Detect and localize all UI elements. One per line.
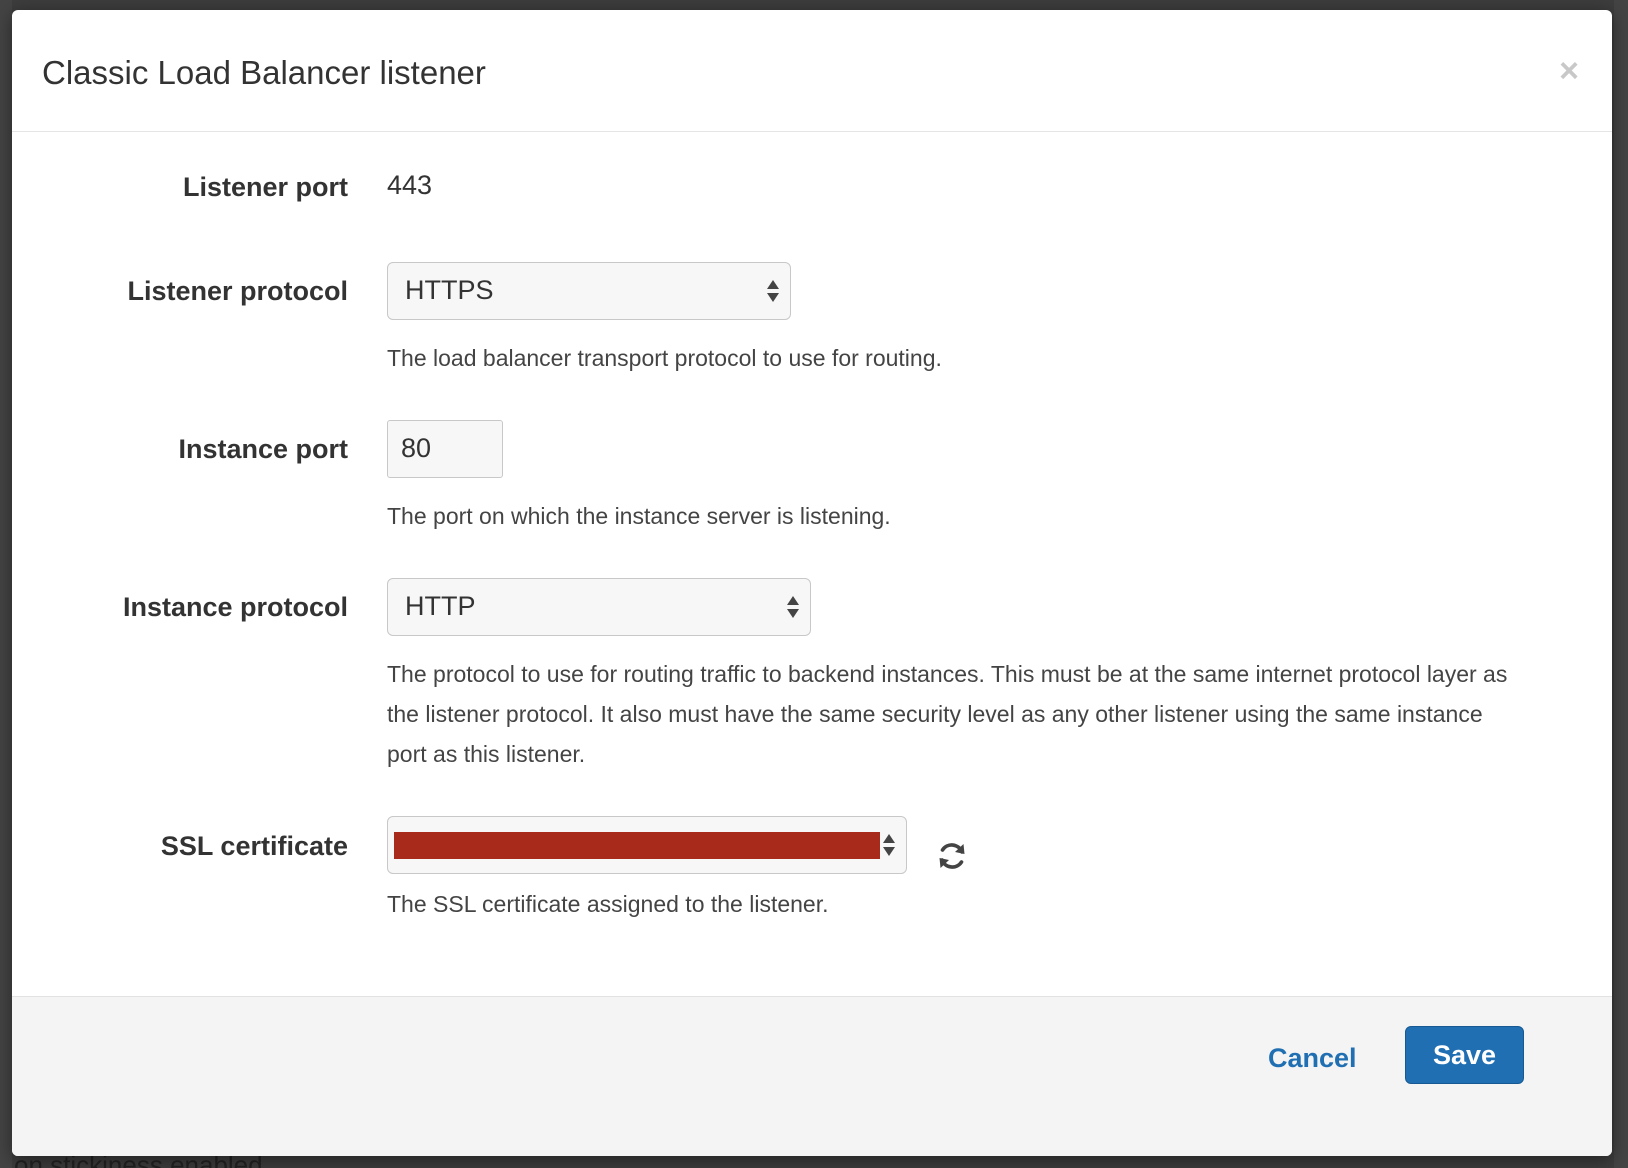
instance-port-help: The port on which the instance server is… <box>387 503 891 529</box>
select-arrows-icon <box>883 834 895 856</box>
listener-port-label: Listener port <box>182 172 348 202</box>
instance-port-input[interactable]: 80 <box>387 420 503 478</box>
listener-protocol-label: Listener protocol <box>127 276 348 306</box>
background-strip-right <box>1614 0 1628 1168</box>
select-arrows-icon <box>767 280 779 302</box>
instance-protocol-selected: HTTP <box>405 591 476 621</box>
redacted-certificate-name <box>394 832 880 859</box>
background-strip-left <box>0 0 12 1168</box>
ssl-certificate-help: The SSL certificate assigned to the list… <box>387 891 829 917</box>
instance-protocol-help: The protocol to use for routing traffic … <box>387 661 1508 767</box>
listener-protocol-help: The load balancer transport protocol to … <box>387 345 942 371</box>
instance-protocol-label: Instance protocol <box>122 592 348 622</box>
cancel-button[interactable]: Cancel <box>1268 1043 1357 1074</box>
ssl-certificate-select[interactable] <box>387 816 907 874</box>
select-arrows-icon <box>787 596 799 618</box>
instance-port-label: Instance port <box>178 434 348 464</box>
modal-header: Classic Load Balancer listener × <box>12 10 1612 132</box>
ssl-certificate-label: SSL certificate <box>160 831 348 861</box>
refresh-icon[interactable] <box>936 840 968 872</box>
close-icon[interactable]: × <box>1554 54 1584 88</box>
listener-protocol-selected: HTTPS <box>405 275 494 305</box>
listener-modal: Classic Load Balancer listener × Listene… <box>12 10 1612 1156</box>
listener-port-value: 443 <box>387 170 433 200</box>
instance-protocol-select[interactable]: HTTP <box>387 578 811 636</box>
modal-footer: Cancel Save <box>12 996 1612 1156</box>
instance-port-value: 80 <box>401 433 432 463</box>
save-button[interactable]: Save <box>1405 1026 1524 1084</box>
listener-protocol-select[interactable]: HTTPS <box>387 262 791 320</box>
modal-title: Classic Load Balancer listener <box>42 54 486 91</box>
